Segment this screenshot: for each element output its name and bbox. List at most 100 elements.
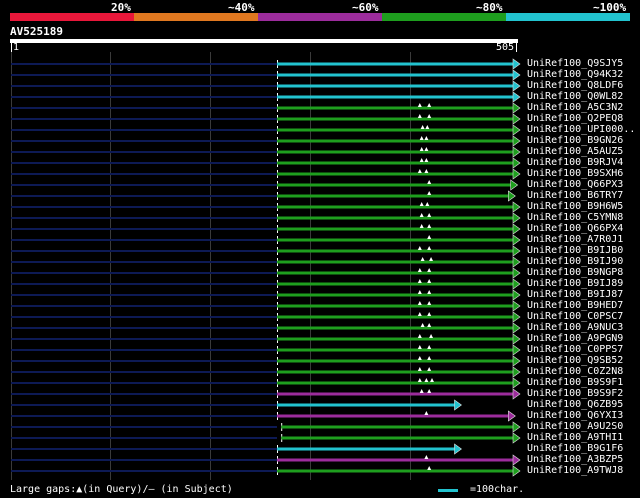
query-gap-marker [427, 235, 432, 239]
hit-label[interactable]: UniRef100_Q66PX3 [527, 179, 623, 190]
hit-label[interactable]: UniRef100_A9PGN9 [527, 333, 623, 344]
query-gap-marker [427, 367, 432, 371]
query-gap-marker [420, 323, 425, 327]
query-gap-marker [425, 202, 430, 206]
hit-label[interactable]: UniRef100_B9RJV4 [527, 157, 623, 168]
query-gap-marker [417, 169, 422, 173]
hit-label[interactable]: UniRef100_A7R0J1 [527, 234, 623, 245]
hit-arrow [512, 245, 521, 257]
query-gap-marker [427, 312, 432, 316]
query-gap-marker [427, 466, 432, 470]
query-gap-marker [419, 147, 424, 151]
query-gap-marker [425, 125, 430, 129]
query-gap-marker [429, 334, 434, 338]
query-gap-marker [417, 367, 422, 371]
hit-arrow [512, 267, 521, 279]
hit-label[interactable]: UniRef100_A9U2S0 [527, 421, 623, 432]
hit-label[interactable]: UniRef100_C5YMN8 [527, 212, 623, 223]
hit-label[interactable]: UniRef100_B9GN26 [527, 135, 623, 146]
query-gap-marker [427, 301, 432, 305]
hit-arrow [512, 377, 521, 389]
hit-label[interactable]: UniRef100_C0Z2N8 [527, 366, 623, 377]
query-gap-marker [427, 345, 432, 349]
hit-label[interactable]: UniRef100_Q9SB52 [527, 355, 623, 366]
hit-label[interactable]: UniRef100_B9S9F1 [527, 377, 623, 388]
hit-arrow [512, 113, 521, 125]
hit-arrow [512, 212, 521, 224]
hit-arrow [512, 300, 521, 312]
hit-arrow [512, 135, 521, 147]
hit-arrow [512, 157, 521, 169]
hit-arrow [454, 443, 462, 455]
hit-arrow [512, 465, 521, 477]
query-gap-marker [424, 158, 429, 162]
hit-arrow [512, 454, 521, 466]
query-gap-marker [427, 389, 432, 393]
hit-arrow [512, 201, 521, 213]
hit-arrow [512, 278, 521, 290]
hit-label[interactable]: UniRef100_Q94K32 [527, 69, 623, 80]
hit-label[interactable]: UniRef100_UPI000.. [527, 124, 635, 135]
hit-label[interactable]: UniRef100_A9TWJ8 [527, 465, 623, 476]
hit-label[interactable]: UniRef100_B9NGP8 [527, 267, 623, 278]
hit-label[interactable]: UniRef100_B9SXH6 [527, 168, 623, 179]
hit-label[interactable]: UniRef100_Q2PEQ8 [527, 113, 623, 124]
hit-label[interactable]: UniRef100_A5AUZ5 [527, 146, 623, 157]
hit-arrow [454, 399, 462, 411]
query-gap-marker [427, 268, 432, 272]
query-gap-marker [417, 103, 422, 107]
hit-label[interactable]: UniRef100_A3BZP5 [527, 454, 623, 465]
query-gap-marker [417, 290, 422, 294]
query-gap-marker [427, 246, 432, 250]
query-gap-marker [429, 257, 434, 261]
hit-label[interactable]: UniRef100_Q66PX4 [527, 223, 623, 234]
query-gap-marker [419, 389, 424, 393]
hit-arrow [512, 80, 521, 92]
query-gap-marker [417, 334, 422, 338]
hit-label[interactable]: UniRef100_B9H6W5 [527, 201, 623, 212]
hit-arrow [512, 388, 521, 400]
hit-label[interactable]: UniRef100_Q9SJY5 [527, 58, 623, 69]
hit-arrow [512, 289, 521, 301]
hit-arrow [512, 223, 521, 235]
query-gap-marker [419, 158, 424, 162]
hit-label[interactable]: UniRef100_B9IJ87 [527, 289, 623, 300]
query-gap-marker [429, 378, 434, 382]
query-gap-marker [417, 356, 422, 360]
hit-label[interactable]: UniRef100_B9IJB0 [527, 245, 623, 256]
hit-label[interactable]: UniRef100_Q6ZB95 [527, 399, 623, 410]
query-gap-marker [417, 345, 422, 349]
query-gap-marker [427, 103, 432, 107]
query-gap-marker [424, 169, 429, 173]
hit-arrow [512, 256, 521, 268]
query-gap-marker [427, 213, 432, 217]
scale-legend-text: =100char. [470, 484, 525, 495]
hit-arrow [510, 179, 519, 191]
query-gap-marker [427, 114, 432, 118]
hit-label[interactable]: UniRef100_B9HED7 [527, 300, 623, 311]
hit-label[interactable]: UniRef100_A5C3N2 [527, 102, 623, 113]
query-gap-marker [417, 279, 422, 283]
hit-arrow [512, 432, 521, 444]
query-gap-marker [427, 290, 432, 294]
query-gap-marker [419, 213, 424, 217]
hit-label[interactable]: UniRef100_A9THI1 [527, 432, 623, 443]
query-gap-marker [424, 455, 429, 459]
hit-label[interactable]: UniRef100_B9IJ89 [527, 278, 623, 289]
hit-label[interactable]: UniRef100_A9NUC3 [527, 322, 623, 333]
hit-label[interactable]: UniRef100_Q6YXI3 [527, 410, 623, 421]
hit-label[interactable]: UniRef100_B9G1F6 [527, 443, 623, 454]
hit-label[interactable]: UniRef100_B9S9F2 [527, 388, 623, 399]
hit-arrow [512, 344, 521, 356]
hit-label[interactable]: UniRef100_B6TRY7 [527, 190, 623, 201]
hit-arrow [512, 124, 521, 136]
gaps-legend: Large gaps:▲(in Query)/— (in Subject) [10, 484, 233, 495]
hit-label[interactable]: UniRef100_Q8LDF6 [527, 80, 623, 91]
hit-arrow [512, 91, 521, 103]
query-gap-marker [427, 279, 432, 283]
hit-label[interactable]: UniRef100_B9IJ90 [527, 256, 623, 267]
hit-label[interactable]: UniRef100_C0PSC7 [527, 311, 623, 322]
query-gap-marker [417, 301, 422, 305]
hit-label[interactable]: UniRef100_Q0WL82 [527, 91, 623, 102]
hit-label[interactable]: UniRef100_C0PPS7 [527, 344, 623, 355]
